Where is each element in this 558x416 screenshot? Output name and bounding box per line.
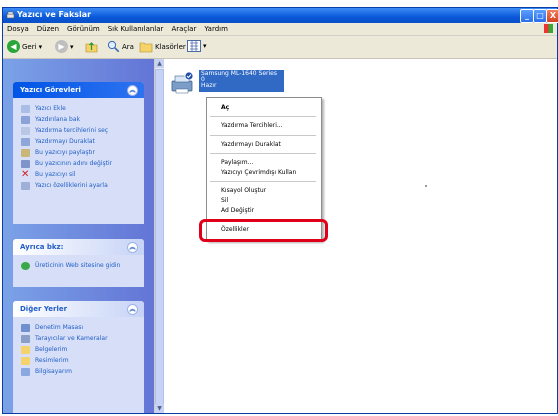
- folders-icon: [139, 42, 153, 53]
- link-control-panel[interactable]: Denetim Masası: [13, 322, 144, 333]
- highlight-box: [199, 219, 328, 242]
- menu-item-printing-preferences[interactable]: Yazdırma Tercihleri...: [221, 122, 283, 129]
- rename-icon: [21, 160, 30, 168]
- printer-tasks-panel: Yazıcı Görevleri ︽ Yazıcı Ekle Yazdırıla…: [13, 82, 144, 224]
- see-also-title: Ayrıca bkz:: [20, 243, 64, 251]
- search-label: Ara: [122, 42, 134, 51]
- other-places-header[interactable]: Diğer Yerler ︽: [13, 301, 144, 317]
- menu-item-delete[interactable]: Sil: [221, 197, 228, 204]
- menu-separator: [210, 181, 316, 182]
- add-printer-icon: [21, 105, 30, 113]
- menu-separator: [210, 116, 316, 117]
- views-button[interactable]: ▾: [187, 40, 207, 52]
- delete-x-icon: ✕: [21, 169, 30, 180]
- back-dropdown-icon[interactable]: ▾: [39, 43, 43, 51]
- task-delete-printer[interactable]: ✕ Bu yazıcıyı sil: [13, 169, 144, 180]
- windows-logo-icon: [544, 24, 553, 33]
- task-rename-printer[interactable]: Bu yazıcının adını değiştir: [13, 158, 144, 169]
- folders-label: Klasörler: [155, 42, 186, 51]
- scroll-thumb[interactable]: [155, 69, 164, 406]
- menu-tools[interactable]: Araçlar: [167, 23, 200, 33]
- minimize-button[interactable]: _: [520, 9, 534, 23]
- back-button[interactable]: ◀ Geri ▾: [7, 40, 42, 53]
- task-printer-properties[interactable]: Yazıcı özelliklerini ayarla: [13, 180, 144, 191]
- search-button[interactable]: Ara: [107, 40, 134, 53]
- printer-tasks-title: Yazıcı Görevleri: [20, 86, 81, 94]
- task-printing-preferences[interactable]: Yazdırma tercihlerini seç: [13, 125, 144, 136]
- up-folder-button[interactable]: [85, 40, 98, 53]
- preferences-icon: [21, 127, 30, 135]
- maximize-button[interactable]: □: [533, 9, 547, 23]
- window-title: Yazıcı ve Fakslar: [17, 10, 92, 19]
- link-scanners-cameras[interactable]: Tarayıcılar ve Kameralar: [13, 333, 144, 344]
- folders-button[interactable]: Klasörler: [139, 40, 186, 53]
- menu-item-pause-printing[interactable]: Yazdırmayı Duraklat: [221, 141, 281, 148]
- link-my-computer[interactable]: Bilgisayarım: [13, 366, 144, 377]
- menu-separator: [210, 153, 316, 154]
- printer-folder-icon: [6, 11, 15, 19]
- views-grid-icon: [187, 40, 201, 52]
- see-also-header[interactable]: Ayrıca bkz: ︽: [13, 239, 144, 255]
- collapse-chevron-icon[interactable]: ︽: [127, 304, 138, 315]
- close-button[interactable]: X: [546, 9, 558, 23]
- control-panel-icon: [21, 324, 30, 332]
- menu-item-rename[interactable]: Ad Değiştir: [221, 207, 254, 214]
- printer-tasks-header[interactable]: Yazıcı Görevleri ︽: [13, 82, 144, 98]
- link-my-documents[interactable]: Belgelerim: [13, 344, 144, 355]
- link-manufacturer-website[interactable]: Üreticinin Web sitesine gidin: [13, 260, 144, 271]
- back-label: Geri: [22, 42, 37, 51]
- menu-separator: [210, 135, 316, 136]
- menu-file[interactable]: Dosya: [3, 23, 33, 33]
- printer-name: Samsung ML-1640 Series: [201, 70, 277, 77]
- printer-label-selected[interactable]: Samsung ML-1640 Series 0 Hazır: [199, 70, 284, 92]
- menu-view[interactable]: Görünüm: [63, 23, 104, 33]
- link-my-pictures[interactable]: Resimlerim: [13, 355, 144, 366]
- task-see-printing[interactable]: Yazdırılana bak: [13, 114, 144, 125]
- back-arrow-icon: ◀: [7, 40, 20, 53]
- menu-help[interactable]: Yardım: [200, 23, 232, 33]
- title-bar[interactable]: Yazıcı ve Fakslar _ □ X: [3, 8, 558, 23]
- cursor-dot: [425, 185, 427, 187]
- up-folder-icon: [85, 42, 98, 53]
- menu-item-use-offline[interactable]: Yazıcıyı Çevrimdışı Kullan: [221, 169, 296, 176]
- scroll-up-arrow-icon[interactable]: ▲: [155, 59, 164, 68]
- forward-arrow-icon: ▶: [55, 40, 68, 53]
- menu-edit[interactable]: Düzen: [33, 23, 63, 33]
- other-places-panel: Diğer Yerler ︽ Denetim Masası Tarayıcıla…: [13, 301, 144, 413]
- views-dropdown-icon[interactable]: ▾: [203, 42, 207, 50]
- collapse-chevron-icon[interactable]: ︽: [127, 85, 138, 96]
- menu-item-sharing[interactable]: Paylaşım...: [221, 159, 253, 166]
- scroll-down-arrow-icon[interactable]: ▼: [155, 404, 164, 413]
- collapse-chevron-icon[interactable]: ︽: [127, 242, 138, 253]
- task-pause-printing[interactable]: Yazdırmayı Duraklat: [13, 136, 144, 147]
- printer-status: Hazır: [201, 82, 217, 89]
- printer-queue-icon: [21, 116, 30, 124]
- other-places-title: Diğer Yerler: [20, 305, 68, 313]
- toolbar: ◀ Geri ▾ ▶ ▾ Ara Klasörler ▾: [3, 36, 557, 59]
- pictures-folder-icon: [21, 357, 30, 365]
- menu-item-open[interactable]: Aç: [221, 104, 229, 111]
- search-icon: [107, 40, 120, 53]
- task-pane: Yazıcı Görevleri ︽ Yazıcı Ekle Yazdırıla…: [3, 59, 154, 413]
- share-hand-icon: [21, 149, 30, 157]
- task-share-printer[interactable]: Bu yazıcıyı paylaştır: [13, 147, 144, 158]
- forward-dropdown-icon[interactable]: ▾: [70, 43, 74, 51]
- task-add-printer[interactable]: Yazıcı Ekle: [13, 103, 144, 114]
- pause-icon: [21, 138, 30, 146]
- printer-icon[interactable]: [169, 71, 195, 95]
- menu-bar: Dosya Düzen Görünüm Sık Kullanılanlar Araçla…: [3, 23, 557, 36]
- web-globe-icon: [21, 262, 30, 270]
- forward-button[interactable]: ▶ ▾: [55, 40, 74, 53]
- computer-icon: [21, 368, 30, 376]
- properties-icon: [21, 182, 30, 190]
- scanner-icon: [21, 335, 30, 343]
- menu-item-create-shortcut[interactable]: Kısayol Oluştur: [221, 187, 266, 194]
- documents-folder-icon: [21, 346, 30, 354]
- menu-favorites[interactable]: Sık Kullanılanlar: [104, 23, 168, 33]
- see-also-panel: Ayrıca bkz: ︽ Üreticinin Web sitesine gi…: [13, 239, 144, 287]
- task-pane-scrollbar[interactable]: ▲ ▼: [154, 59, 164, 413]
